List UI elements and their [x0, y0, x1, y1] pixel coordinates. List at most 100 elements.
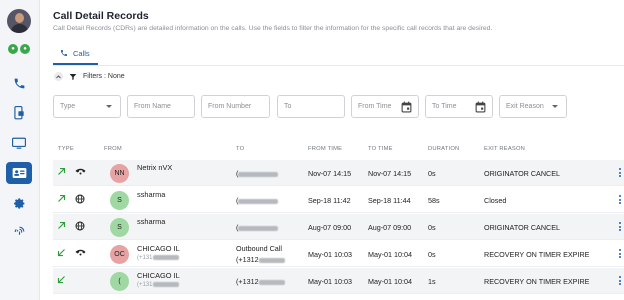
row-menu-icon[interactable] — [619, 168, 621, 177]
row-menu-icon[interactable] — [619, 195, 621, 204]
from-name: CHICAGO IL — [137, 244, 180, 253]
page-subtitle: Call Detail Records (CDRs) are detailed … — [53, 25, 493, 32]
exit-reason: ORIGINATOR CANCEL — [484, 223, 561, 232]
outgoing-call-arrow-icon — [58, 167, 66, 175]
user-avatar[interactable] — [7, 9, 31, 33]
filters-bar: Filters : None — [54, 72, 125, 81]
to-label: Outbound Call — [236, 244, 282, 253]
filters-summary: Filters : None — [83, 73, 125, 80]
type-select[interactable]: Type — [53, 95, 121, 118]
from-time: Nov-07 14:15 — [308, 169, 352, 178]
chevron-up-icon — [56, 74, 61, 78]
table-row[interactable]: OC CHICAGO IL (+131 Outbound Call (+1312… — [53, 241, 624, 267]
from-name: CHICAGO IL — [137, 271, 180, 280]
tab-calls-label: Calls — [73, 48, 90, 58]
avatar: NN — [110, 164, 129, 183]
page-title: Call Detail Records — [53, 10, 149, 22]
from-name-placeholder: From Name — [134, 103, 171, 110]
column-header-duration[interactable]: DURATION — [428, 146, 459, 152]
row-menu-icon[interactable] — [619, 276, 621, 285]
avatar: S — [110, 218, 129, 237]
duration: 1s — [428, 277, 436, 286]
contact-card-icon[interactable] — [6, 162, 32, 184]
globe-icon — [75, 221, 85, 231]
chevron-down-icon — [106, 105, 112, 108]
to-time: Aug-07 09:00 — [368, 223, 412, 232]
outgoing-call-arrow-icon — [58, 194, 66, 202]
outgoing-call-arrow-icon — [58, 221, 66, 229]
incoming-call-arrow-icon — [57, 249, 65, 257]
to-placeholder: To — [284, 103, 292, 110]
status-badge-left: ● — [8, 44, 18, 54]
from-time-placeholder: From Time — [358, 103, 392, 110]
to-time: May-01 10:04 — [368, 250, 412, 259]
to-number: ( — [236, 169, 279, 178]
exit-reason: Closed — [484, 196, 507, 205]
exit-reason: ORIGINATOR CANCEL — [484, 169, 561, 178]
mobile-device-icon[interactable] — [10, 104, 28, 122]
table-row[interactable]: NN Netrix nVX ( Nov-07 14:15 Nov-07 14:1… — [53, 160, 624, 186]
from-name: ssharma — [137, 190, 166, 199]
phone-handset-icon — [75, 249, 86, 256]
from-time: May-01 10:03 — [308, 277, 352, 286]
duration: 0s — [428, 223, 436, 232]
to-time: May-01 10:04 — [368, 277, 412, 286]
to-time: Sep-18 11:44 — [368, 196, 411, 205]
chevron-down-icon — [552, 105, 558, 108]
from-name: Netrix nVX — [137, 163, 173, 172]
exit-reason: RECOVERY ON TIMER EXPIRE — [484, 250, 590, 259]
column-header-from[interactable]: FROM — [104, 146, 122, 152]
tab-divider — [53, 65, 624, 66]
to-number: (+1312 — [236, 255, 285, 264]
to-number: (+1312 — [236, 277, 285, 286]
to-number: ( — [236, 223, 279, 232]
fingerprint-icon[interactable] — [10, 222, 28, 240]
collapse-filters-button[interactable] — [54, 72, 63, 81]
filter-funnel-icon — [69, 73, 77, 80]
phone-icon[interactable] — [10, 74, 28, 92]
row-menu-icon[interactable] — [619, 222, 621, 231]
to-time: Nov-07 14:15 — [368, 169, 412, 178]
to-time-picker[interactable]: To Time — [425, 95, 493, 118]
table-row[interactable]: S ssharma ( Aug-07 09:00 Aug-07 09:00 0s… — [53, 214, 624, 240]
globe-icon — [75, 194, 85, 204]
exit-reason: RECOVERY ON TIMER EXPIRE — [484, 277, 590, 286]
phone-icon — [61, 50, 67, 56]
from-number: (+131 — [137, 255, 179, 261]
avatar: S — [110, 191, 129, 210]
avatar: OC — [110, 245, 129, 264]
from-name-input[interactable]: From Name — [127, 95, 195, 118]
calendar-icon[interactable] — [401, 101, 412, 113]
gear-icon[interactable] — [10, 194, 28, 212]
column-header-from-time[interactable]: FROM TIME — [308, 146, 342, 152]
exit-reason-placeholder: Exit Reason — [506, 103, 544, 110]
column-header-to[interactable]: TO — [236, 146, 244, 152]
table-header: TYPE FROM TO FROM TIME TO TIME DURATION … — [53, 144, 624, 156]
to-number: ( — [236, 196, 279, 205]
from-number-input[interactable]: From Number — [201, 95, 270, 118]
from-number: (+131 — [137, 282, 179, 288]
status-badge-right: ● — [20, 44, 30, 54]
monitor-icon[interactable] — [10, 134, 28, 152]
from-name: ssharma — [137, 217, 166, 226]
to-time-placeholder: To Time — [432, 103, 457, 110]
from-time: Aug-07 09:00 — [308, 223, 352, 232]
column-header-exit-reason[interactable]: EXIT REASON — [484, 146, 525, 152]
from-time-picker[interactable]: From Time — [351, 95, 419, 118]
to-input[interactable]: To — [277, 95, 345, 118]
from-number-placeholder: From Number — [208, 103, 252, 110]
table-row[interactable]: ( CHICAGO IL (+131 (+1312 May-01 10:03 M… — [53, 268, 624, 294]
main-content: Call Detail Records Call Detail Records … — [40, 0, 624, 300]
table-row[interactable]: S ssharma ( Sep-18 11:42 Sep-18 11:44 58… — [53, 187, 624, 213]
column-header-type[interactable]: TYPE — [58, 146, 74, 152]
calendar-icon[interactable] — [475, 101, 486, 113]
phone-handset-icon — [75, 168, 86, 175]
column-header-to-time[interactable]: TO TIME — [368, 146, 393, 152]
duration: 0s — [428, 250, 436, 259]
from-time: Sep-18 11:42 — [308, 196, 351, 205]
duration: 58s — [428, 196, 440, 205]
incoming-call-arrow-icon — [57, 276, 65, 284]
row-menu-icon[interactable] — [619, 249, 621, 258]
tab-calls[interactable]: Calls — [53, 43, 98, 65]
exit-reason-select[interactable]: Exit Reason — [499, 95, 567, 118]
